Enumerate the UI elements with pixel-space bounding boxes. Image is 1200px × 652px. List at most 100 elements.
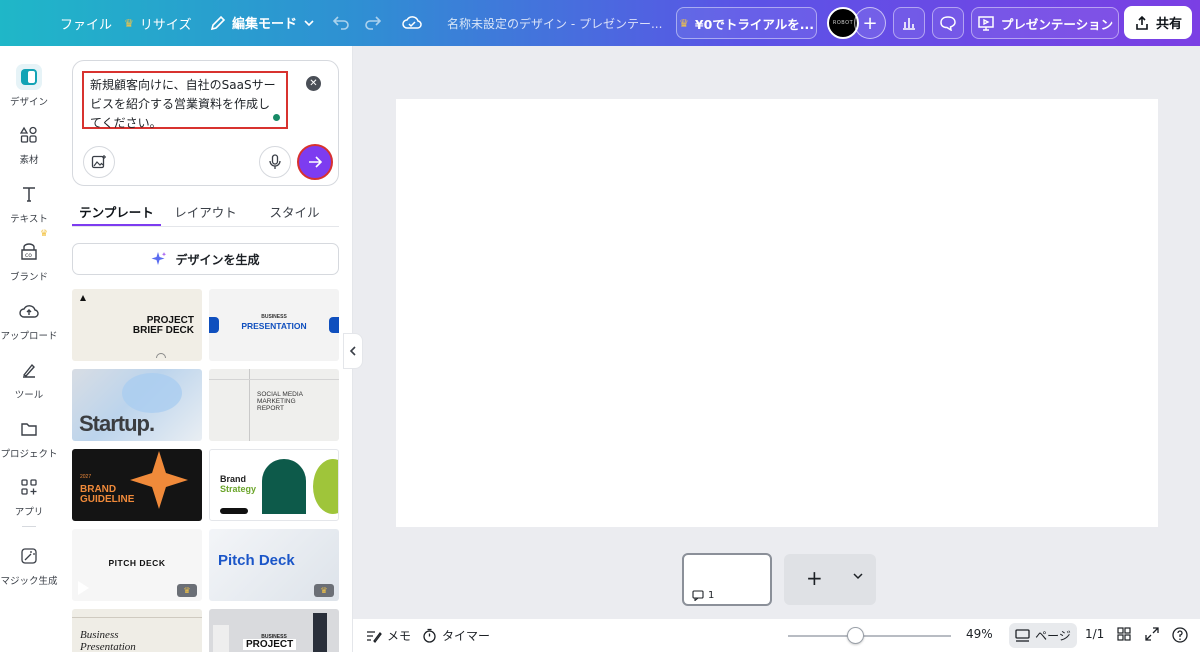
notes-button[interactable]: メモ	[366, 627, 411, 644]
resize-button[interactable]: ♛ リサイズ	[124, 14, 192, 33]
pages-label: ページ	[1035, 629, 1071, 643]
prompt-input[interactable]: 新規顧客向けに、自社のSaaSサービスを紹介する営業資料を作成してください。	[82, 71, 288, 130]
collapse-panel-button[interactable]	[343, 333, 363, 369]
undo-button[interactable]	[332, 13, 350, 31]
add-collaborator-button[interactable]: +	[854, 7, 886, 39]
redo-button[interactable]	[364, 13, 382, 31]
timer-button[interactable]: タイマー	[422, 627, 490, 644]
present-button[interactable]: プレゼンテーション	[971, 7, 1119, 39]
template-thumb[interactable]: PITCH DECK ♛	[72, 529, 202, 601]
template-thumb[interactable]: Startup.	[72, 369, 202, 441]
template-thumb[interactable]: BUSINESS PRESENTATION	[209, 289, 339, 361]
decor	[209, 379, 339, 380]
chevron-down-icon[interactable]	[852, 570, 864, 582]
share-icon	[1136, 15, 1148, 30]
template-title: BRAND GUIDELINE	[80, 484, 135, 505]
template-title: SOCIAL MEDIA MARKETING REPORT	[257, 391, 303, 412]
rail-divider	[22, 526, 36, 527]
generate-design-button[interactable]: デザインを生成	[72, 243, 339, 275]
zoom-level[interactable]: 49%	[966, 627, 993, 641]
grid-icon	[1117, 627, 1131, 641]
template-thumb[interactable]: BUSINESS PROJECT	[209, 609, 339, 652]
template-title: PROJECT BRIEF DECK	[132, 315, 194, 336]
doc-title-text: 名称未設定のデザイン - プレゼンテー...	[447, 17, 663, 31]
rail-text[interactable]: テキスト	[0, 181, 58, 225]
present-label: プレゼンテーション	[1000, 16, 1114, 32]
zoom-slider-track[interactable]	[788, 635, 951, 637]
insights-button[interactable]	[893, 7, 925, 39]
page-thumbnail[interactable]: 1	[682, 553, 772, 606]
add-image-button[interactable]	[83, 146, 115, 178]
bottom-bar: メモ タイマー 49% ページ 1/1	[353, 619, 1200, 652]
tab-label: テンプレート	[79, 205, 154, 220]
fullscreen-button[interactable]	[1145, 627, 1159, 641]
template-thumb[interactable]: Pitch Deck ♛	[209, 529, 339, 601]
edit-mode-dropdown[interactable]: 編集モード	[210, 13, 315, 32]
template-thumb[interactable]: Business Presentation	[72, 609, 202, 652]
grid-view-button[interactable]	[1117, 627, 1131, 641]
help-button[interactable]	[1172, 627, 1188, 643]
sparkle-icon	[151, 252, 167, 265]
template-thumb[interactable]: Brand Strategy	[209, 449, 339, 521]
mic-button[interactable]	[259, 146, 291, 178]
decor	[262, 459, 306, 514]
rail-elements[interactable]: 素材	[0, 122, 58, 166]
zoom-slider-handle[interactable]	[847, 627, 864, 644]
add-page-button[interactable]: +	[784, 554, 876, 605]
rail-design[interactable]: デザイン	[0, 64, 58, 108]
page-count-text: 1/1	[1085, 627, 1105, 641]
comment-icon	[940, 16, 956, 31]
page-count: 1/1	[1085, 627, 1104, 641]
template-title: PITCH DECK	[108, 558, 166, 568]
rail-tools[interactable]: ツール	[0, 357, 58, 401]
expand-icon	[1145, 627, 1159, 641]
magic-icon	[16, 543, 42, 569]
generate-label: デザインを生成	[175, 252, 260, 267]
tab-templates[interactable]: テンプレート	[72, 196, 161, 226]
tab-styles[interactable]: スタイル	[250, 196, 339, 226]
rail-projects[interactable]: プロジェクト	[0, 416, 58, 460]
template-title: Business Presentation	[80, 629, 136, 652]
notes-icon	[367, 630, 382, 643]
presentation-icon	[978, 16, 994, 31]
plus-icon: +	[862, 12, 878, 34]
microphone-icon	[269, 154, 281, 169]
star-shape	[130, 451, 188, 509]
pages-icon	[1015, 628, 1030, 642]
rail-magic[interactable]: マジック生成	[0, 543, 58, 587]
rail-brand[interactable]: ♛ co ブランド	[0, 229, 58, 283]
cloud-save-button[interactable]	[402, 13, 422, 31]
doc-title[interactable]: 名称未設定のデザイン - プレゼンテー...	[447, 15, 662, 32]
decor	[313, 613, 327, 652]
rail-upload[interactable]: アップロード	[0, 298, 58, 342]
menu-icon[interactable]	[18, 13, 40, 33]
tabs-divider	[72, 226, 339, 227]
template-thumb[interactable]: SOCIAL MEDIA MARKETING REPORT	[209, 369, 339, 441]
trial-label: ¥0でトライアルを...	[694, 16, 814, 32]
template-thumb[interactable]: PROJECT BRIEF DECK	[72, 289, 202, 361]
trial-button[interactable]: ♛ ¥0でトライアルを...	[676, 7, 817, 39]
decor	[72, 617, 202, 618]
help-icon	[1172, 627, 1188, 643]
canvas-page[interactable]	[396, 99, 1158, 527]
share-button[interactable]: 共有	[1124, 6, 1192, 39]
template-thumb[interactable]: 2027 BRAND GUIDELINE	[72, 449, 202, 521]
file-menu[interactable]: ファイル	[60, 14, 112, 33]
pages-button[interactable]: ページ	[1009, 623, 1077, 648]
tab-layouts[interactable]: レイアウト	[161, 196, 250, 226]
svg-text:co: co	[25, 252, 32, 259]
clear-icon[interactable]: ✕	[306, 76, 321, 91]
rail-apps[interactable]: アプリ	[0, 474, 58, 518]
crown-icon: ♛	[124, 17, 134, 30]
send-button[interactable]	[297, 144, 333, 180]
decor	[313, 459, 338, 514]
rail-label: デザイン	[9, 97, 48, 108]
template-title-2: Strategy	[220, 484, 257, 494]
rail-label: ツール	[14, 390, 44, 401]
crown-icon: ♛	[40, 229, 49, 239]
comments-button[interactable]	[932, 7, 964, 39]
page-number: 1	[692, 590, 714, 601]
resize-label: リサイズ	[139, 18, 192, 33]
redo-icon	[365, 16, 382, 30]
rail-label: 素材	[19, 155, 39, 166]
